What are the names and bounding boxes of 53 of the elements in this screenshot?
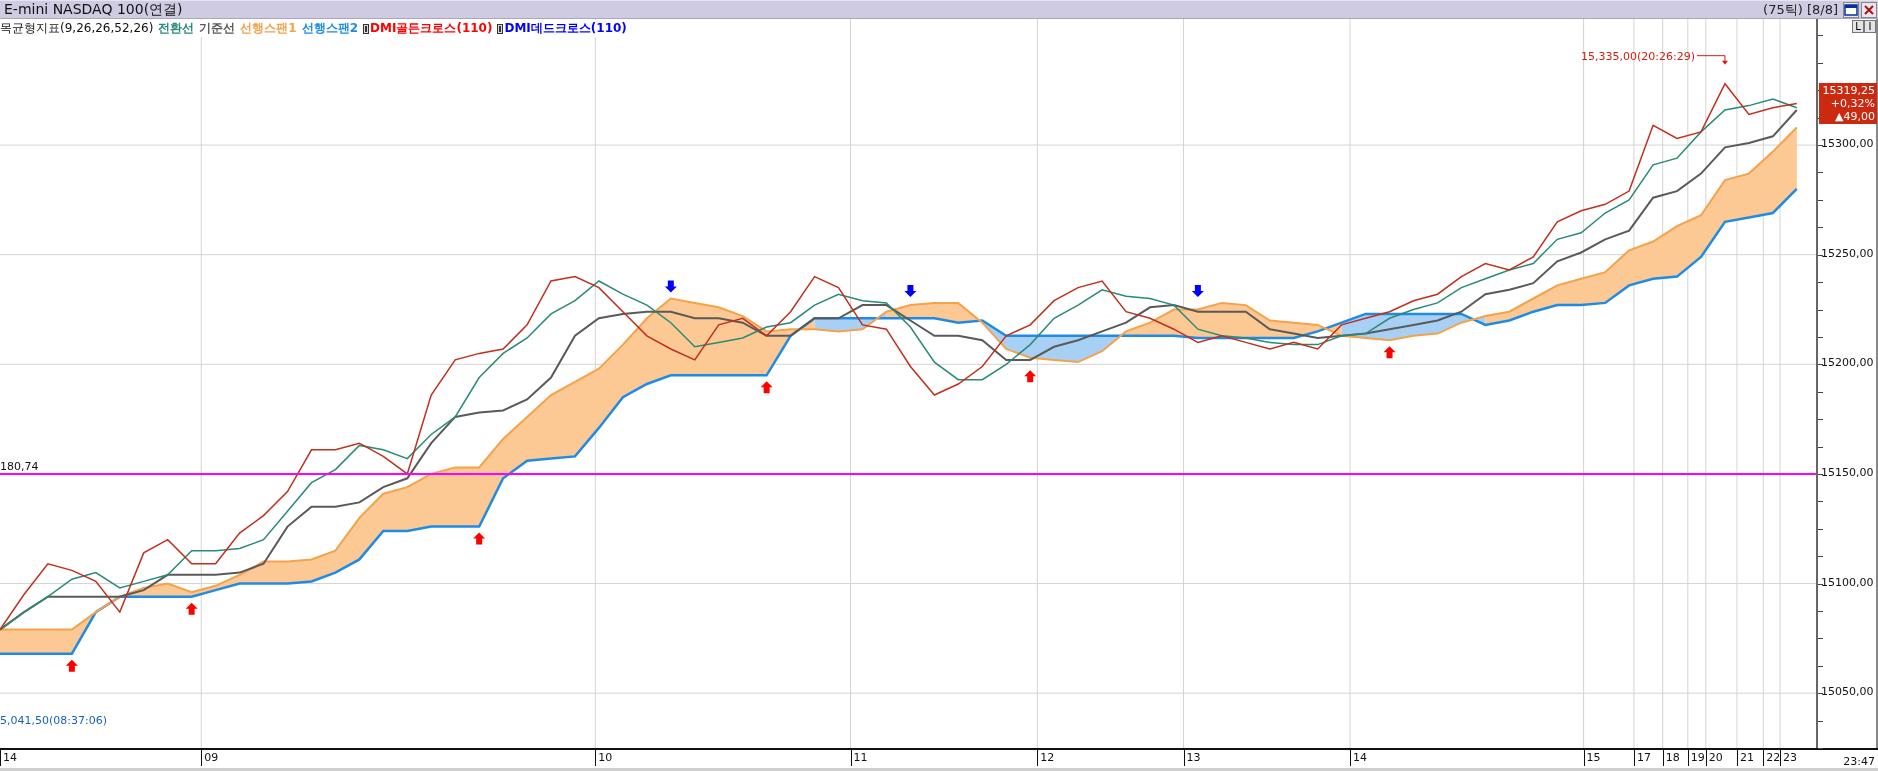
legend-label: 선행스팬2 bbox=[301, 20, 359, 37]
time-label: 23:47 bbox=[1843, 755, 1875, 768]
axis-label: 17 bbox=[1633, 750, 1651, 766]
axis-label: 10 bbox=[595, 750, 613, 766]
axis-label: 14 bbox=[0, 750, 17, 766]
up-arrow-marker bbox=[473, 532, 486, 545]
up-arrow-marker bbox=[760, 381, 773, 394]
axis-label: 19 bbox=[1687, 750, 1705, 766]
legend-label: 기준선 bbox=[199, 20, 236, 37]
axis-label: 13 bbox=[1183, 750, 1201, 766]
axis-label: 15100,00 bbox=[1821, 575, 1874, 589]
legend-label: DMI골든크로스(110) bbox=[370, 20, 493, 37]
indicator-title: 목균형지표(9,26,26,52,26) bbox=[0, 20, 154, 37]
price-text: 15319,25 bbox=[1822, 84, 1875, 98]
tick-info: (75틱) [8/8] bbox=[1763, 0, 1838, 19]
tool-button[interactable]: L bbox=[1852, 20, 1864, 33]
marker-icon bbox=[363, 23, 370, 34]
up-arrow-marker bbox=[1383, 346, 1396, 359]
axis-label: 15250,00 bbox=[1821, 246, 1874, 260]
restore-button[interactable] bbox=[1843, 1, 1859, 18]
axis-label: 18 bbox=[1662, 750, 1680, 766]
window-title: E-mini NASDAQ 100(연결) bbox=[4, 0, 183, 19]
axis-label: 15300,00 bbox=[1821, 137, 1874, 151]
line-value-label: 180,74 bbox=[0, 459, 39, 473]
legend-label: 선행스팬1 bbox=[240, 20, 297, 37]
legend-label: 전환선 bbox=[158, 20, 195, 37]
axis-label: 23 bbox=[1780, 750, 1798, 766]
up-arrow-marker bbox=[1024, 370, 1037, 383]
close-icon bbox=[1863, 3, 1875, 16]
price-text: +0,32% bbox=[1830, 97, 1875, 111]
legend-label: DMI데드크로스(110) bbox=[504, 20, 627, 37]
axis-label: 14 bbox=[1350, 750, 1367, 766]
window-icon bbox=[1844, 3, 1858, 16]
axis-label: 15150,00 bbox=[1821, 465, 1874, 479]
axis-label: 22 bbox=[1763, 750, 1781, 766]
low-price-label: 5,041,50(08:37:06) bbox=[0, 713, 107, 727]
axis-label: 09 bbox=[201, 750, 219, 766]
axis-label: 15050,00 bbox=[1821, 685, 1874, 699]
down-arrow-marker bbox=[1191, 284, 1204, 297]
up-arrow-marker bbox=[185, 602, 198, 615]
axis-label: 21 bbox=[1736, 750, 1754, 766]
axis-label: 20 bbox=[1705, 750, 1723, 766]
tool-button[interactable]: I bbox=[1864, 20, 1876, 33]
marker-icon bbox=[497, 23, 504, 34]
axis-label: 11 bbox=[850, 750, 868, 766]
axis-label: 15 bbox=[1583, 750, 1601, 766]
leader-line bbox=[1696, 55, 1728, 65]
close-button[interactable] bbox=[1861, 1, 1877, 18]
axis-label: 15200,00 bbox=[1821, 356, 1874, 370]
axis-label: 12 bbox=[1037, 750, 1055, 766]
price-text: ▲49,00 bbox=[1835, 110, 1875, 124]
high-price-label: 15,335,00(20:26:29) bbox=[1581, 49, 1695, 63]
down-arrow-marker bbox=[904, 284, 917, 297]
